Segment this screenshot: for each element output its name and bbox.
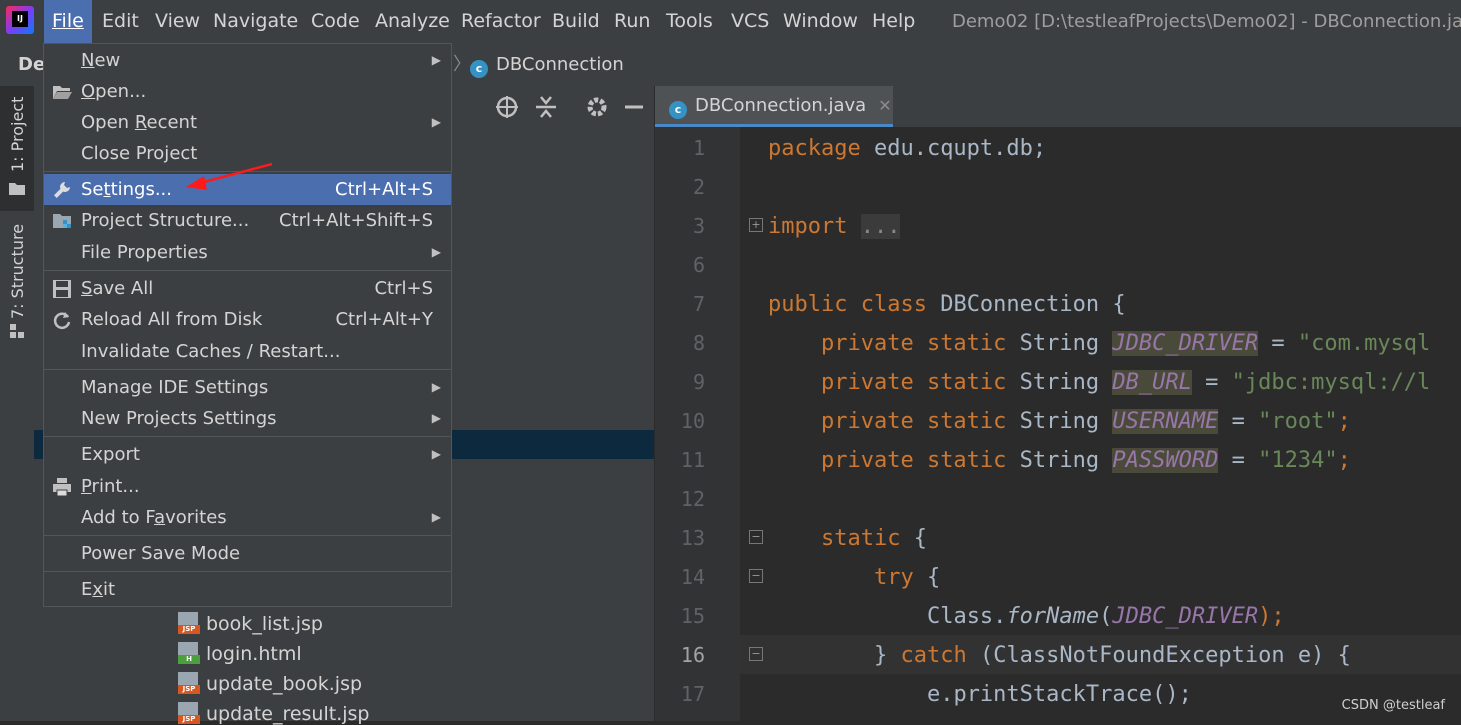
code-line: Class.forName(JDBC_DRIVER); bbox=[926, 604, 1285, 629]
menu-item-invalidate-caches[interactable]: Invalidate Caches / Restart... bbox=[44, 336, 451, 367]
menu-refactor[interactable]: Refactor bbox=[453, 0, 549, 43]
structure-icon bbox=[10, 324, 24, 338]
code-line: import ... bbox=[768, 214, 901, 239]
menu-build[interactable]: Build bbox=[544, 0, 608, 43]
fold-collapse-icon[interactable]: − bbox=[749, 569, 763, 583]
submenu-arrow-icon: ▶ bbox=[431, 380, 441, 394]
jsp-file-icon: JSP bbox=[178, 612, 200, 634]
jsp-file-icon: JSP bbox=[178, 672, 200, 694]
fold-collapse-icon[interactable]: − bbox=[749, 530, 763, 544]
menu-item-exit[interactable]: Exit bbox=[44, 574, 451, 605]
fold-collapse-icon[interactable]: − bbox=[749, 647, 763, 661]
line-number: 3 bbox=[692, 214, 705, 238]
tab-dbconnection-java[interactable]: c DBConnection.java ✕ bbox=[655, 86, 893, 127]
submenu-arrow-icon: ▶ bbox=[431, 411, 441, 425]
editor-tabs: c DBConnection.java ✕ bbox=[655, 86, 1461, 127]
watermark: CSDN @testleaf bbox=[1341, 698, 1445, 713]
close-icon[interactable]: ✕ bbox=[878, 96, 891, 115]
menu-item-new-projects-settings[interactable]: New Projects Settings ▶ bbox=[44, 403, 451, 434]
line-number: 8 bbox=[692, 331, 705, 355]
menu-separator bbox=[44, 270, 451, 271]
menu-tools[interactable]: Tools bbox=[658, 0, 721, 43]
menu-separator bbox=[44, 571, 451, 572]
project-structure-icon bbox=[53, 214, 71, 228]
menu-item-add-to-favorites[interactable]: Add to Favorites ▶ bbox=[44, 502, 451, 533]
class-icon: c bbox=[470, 60, 488, 78]
code-line: private static String JDBC_DRIVER = "com… bbox=[820, 331, 1431, 356]
code-line: e.printStackTrace(); bbox=[926, 682, 1192, 707]
code-line: static { bbox=[820, 526, 927, 551]
code-line: package edu.cqupt.db; bbox=[768, 136, 1047, 161]
menu-run[interactable]: Run bbox=[606, 0, 658, 43]
line-number: 17 bbox=[680, 682, 705, 706]
code-line: private static String DB_URL = "jdbc:mys… bbox=[820, 370, 1431, 395]
submenu-arrow-icon: ▶ bbox=[431, 245, 441, 259]
submenu-arrow-icon: ▶ bbox=[431, 53, 441, 67]
tree-file-item[interactable]: JSP update_book.jsp bbox=[178, 672, 362, 695]
tree-file-item[interactable]: JSP update_result.jsp bbox=[178, 702, 369, 725]
locate-icon[interactable] bbox=[495, 95, 519, 119]
line-number: 9 bbox=[692, 370, 705, 394]
class-icon: c bbox=[669, 101, 687, 119]
code-line: try { bbox=[873, 565, 941, 590]
code-line: private static String USERNAME = "root"; bbox=[820, 409, 1351, 434]
menu-separator bbox=[44, 436, 451, 437]
line-number-current: 16 bbox=[680, 643, 705, 667]
menu-item-reload-all[interactable]: Reload All from Disk Ctrl+Alt+Y bbox=[44, 304, 451, 335]
tab-structure[interactable]: 7: Structure bbox=[0, 221, 34, 351]
menu-separator bbox=[44, 369, 451, 370]
menu-help[interactable]: Help bbox=[864, 0, 923, 43]
printer-icon bbox=[53, 478, 71, 497]
window-title: Demo02 [D:\testleafProjects\Demo02] - DB… bbox=[952, 11, 1461, 32]
menu-item-save-all[interactable]: Save All Ctrl+S bbox=[44, 273, 451, 304]
menu-window[interactable]: Window bbox=[775, 0, 866, 43]
line-number: 15 bbox=[680, 604, 705, 628]
save-icon bbox=[53, 280, 71, 298]
menu-vcs[interactable]: VCS bbox=[723, 0, 777, 43]
line-number: 10 bbox=[680, 409, 705, 433]
tree-file-item[interactable]: Hlogin.html bbox=[178, 642, 302, 665]
breadcrumb-separator-icon: 〉 bbox=[453, 54, 471, 75]
menu-item-power-save-mode[interactable]: Power Save Mode bbox=[44, 538, 451, 569]
line-number: 1 bbox=[692, 136, 705, 160]
line-number: 13 bbox=[680, 526, 705, 550]
menu-item-print[interactable]: Print... bbox=[44, 471, 451, 502]
submenu-arrow-icon: ▶ bbox=[431, 510, 441, 524]
menu-code[interactable]: Code bbox=[303, 0, 368, 43]
tab-structure-label: 7: Structure bbox=[8, 223, 27, 319]
code-line: public class DBConnection { bbox=[768, 292, 1126, 317]
tree-file-item[interactable]: JSP book_list.jsp bbox=[178, 612, 323, 635]
html-file-icon: H bbox=[178, 642, 200, 664]
line-number: 2 bbox=[692, 175, 705, 199]
menu-separator bbox=[44, 535, 451, 536]
line-number: 12 bbox=[680, 487, 705, 511]
hide-panel-icon[interactable] bbox=[623, 95, 645, 119]
line-number: 14 bbox=[680, 565, 705, 589]
fold-expand-icon[interactable]: + bbox=[749, 218, 763, 232]
collapse-all-icon[interactable] bbox=[535, 95, 557, 119]
line-number: 7 bbox=[692, 292, 705, 316]
menu-item-manage-ide-settings[interactable]: Manage IDE Settings ▶ bbox=[44, 372, 451, 403]
refresh-icon bbox=[53, 312, 71, 329]
code-line: private static String PASSWORD = "1234"; bbox=[820, 448, 1351, 473]
line-number: 6 bbox=[692, 253, 705, 277]
gear-icon[interactable] bbox=[585, 95, 609, 119]
menu-item-file-properties[interactable]: File Properties ▶ bbox=[44, 237, 451, 268]
line-number: 11 bbox=[680, 448, 705, 472]
red-annotation-arrow-icon bbox=[186, 162, 273, 190]
breadcrumb-class[interactable]: c DBConnection bbox=[470, 55, 624, 78]
menu-item-export[interactable]: Export ▶ bbox=[44, 439, 451, 470]
menu-item-project-structure[interactable]: Project Structure... Ctrl+Alt+Shift+S bbox=[44, 205, 451, 236]
code-line: } catch (ClassNotFoundException e) { bbox=[873, 643, 1351, 668]
submenu-arrow-icon: ▶ bbox=[431, 115, 441, 129]
submenu-arrow-icon: ▶ bbox=[431, 447, 441, 461]
menu-analyze[interactable]: Analyze bbox=[367, 0, 458, 43]
breadcrumb-label: DBConnection bbox=[496, 54, 624, 75]
